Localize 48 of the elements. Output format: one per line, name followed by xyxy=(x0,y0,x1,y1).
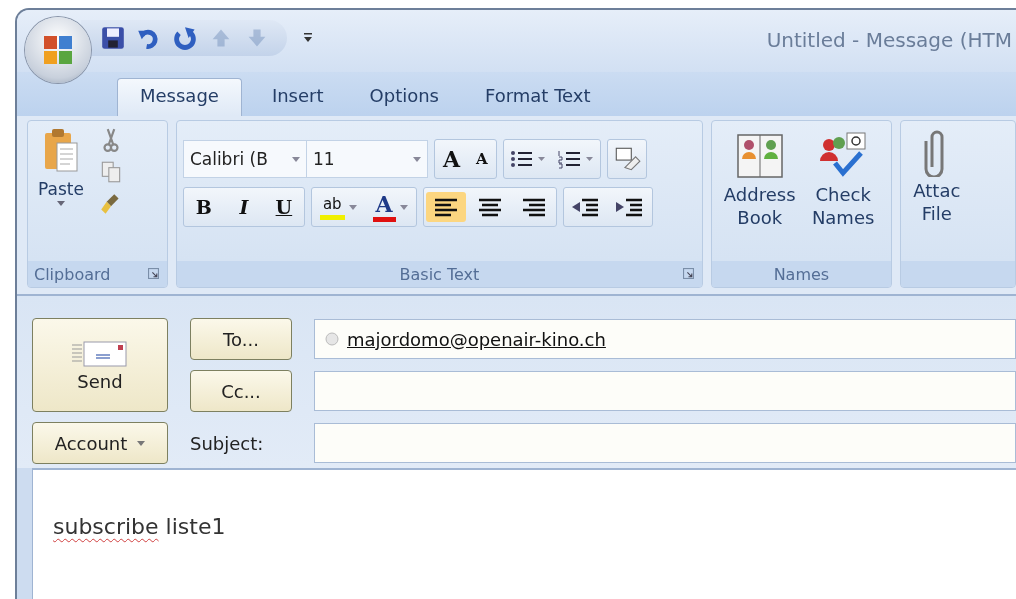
italic-button[interactable]: I xyxy=(223,189,264,225)
align-left-icon[interactable] xyxy=(423,192,468,222)
caret-icon xyxy=(56,201,65,206)
to-field[interactable]: majordomo@openair-kino.ch xyxy=(314,319,1016,359)
caret-icon xyxy=(291,156,300,162)
caret-icon xyxy=(348,204,357,210)
ribbon-tab[interactable]: Insert xyxy=(255,78,340,116)
check-names-button[interactable]: Check Names xyxy=(802,131,885,255)
ribbon-tab[interactable]: Message xyxy=(117,78,242,116)
highlight-button[interactable]: ab xyxy=(311,189,365,225)
group-label: Clipboard xyxy=(34,264,111,284)
dialog-launcher-icon[interactable] xyxy=(683,268,694,279)
bold-button[interactable]: B xyxy=(183,189,224,225)
cc-field[interactable] xyxy=(314,371,1016,411)
save-icon[interactable] xyxy=(101,26,125,50)
dialog-launcher-icon[interactable] xyxy=(147,268,159,279)
group-label: Basic Text xyxy=(399,264,480,284)
subject-field[interactable] xyxy=(314,423,1016,463)
caret-icon xyxy=(412,156,421,162)
envelope-icon xyxy=(70,338,130,369)
font-size-dropdown[interactable]: 11 xyxy=(305,140,428,178)
font-color-button[interactable]: A xyxy=(364,189,416,225)
send-button[interactable]: Send xyxy=(32,318,168,412)
caret-icon xyxy=(137,440,146,446)
font-name-dropdown[interactable]: Calibri (B xyxy=(182,140,307,178)
redo-icon[interactable] xyxy=(173,26,197,50)
shrink-font-button[interactable]: A xyxy=(467,141,496,177)
group-label: Names xyxy=(773,264,830,284)
recipient-link[interactable]: majordomo@openair-kino.ch xyxy=(347,328,606,350)
presence-icon xyxy=(325,332,339,346)
customize-icon[interactable] xyxy=(303,32,313,44)
subject-label: Subject: xyxy=(190,432,265,454)
brush-icon[interactable] xyxy=(99,191,122,217)
cc-button[interactable]: Cc... xyxy=(190,370,292,412)
caret-icon xyxy=(399,204,408,210)
ribbon-tab[interactable]: Options xyxy=(353,78,455,116)
to-button[interactable]: To... xyxy=(190,318,292,360)
message-body[interactable]: subscribe liste1 xyxy=(32,468,1016,599)
paste-button[interactable]: Paste xyxy=(34,127,88,255)
underline-button[interactable]: U xyxy=(263,189,304,225)
address-book-button[interactable]: Address Book xyxy=(718,131,801,255)
body-text: subscribe liste1 xyxy=(53,514,226,539)
account-button[interactable]: Account xyxy=(32,422,168,464)
grow-font-button[interactable]: A xyxy=(434,141,468,177)
ribbon-tab[interactable]: Format Text xyxy=(469,78,607,116)
office-button[interactable] xyxy=(25,17,91,83)
attach-file-button[interactable]: Attac File xyxy=(906,127,967,255)
window-title: Untitled - Message (HTM xyxy=(766,28,1012,52)
